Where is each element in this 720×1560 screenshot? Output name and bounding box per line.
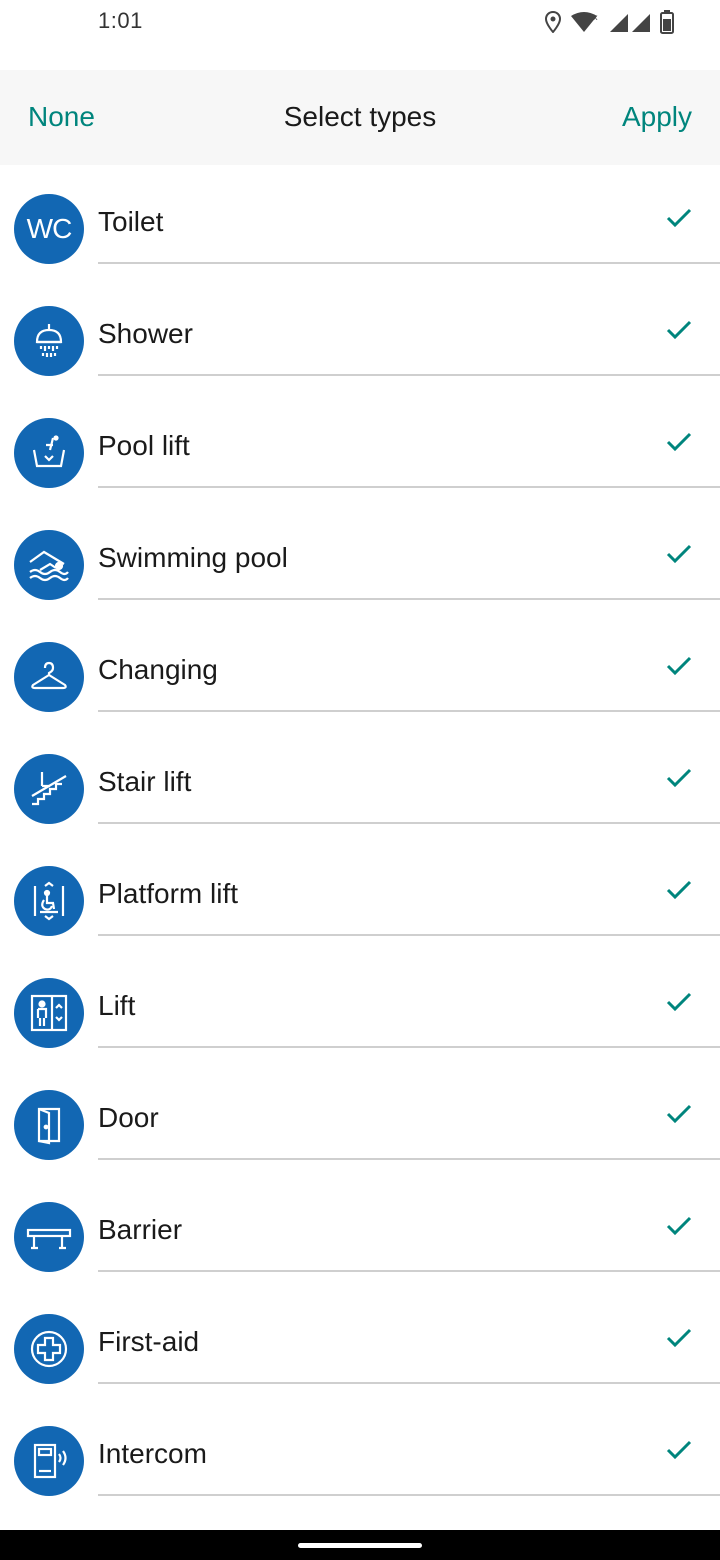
home-handle[interactable] bbox=[298, 1543, 422, 1548]
check-icon bbox=[666, 880, 692, 900]
none-button[interactable]: None bbox=[28, 101, 95, 133]
door-icon bbox=[14, 1090, 84, 1160]
check-icon bbox=[666, 320, 692, 340]
check-icon bbox=[666, 768, 692, 788]
divider bbox=[98, 822, 720, 824]
list-item-label: Door bbox=[98, 1102, 159, 1133]
status-time: 1:01 bbox=[98, 8, 143, 33]
pool-lift-icon bbox=[14, 418, 84, 488]
list-item-label: Barrier bbox=[98, 1214, 183, 1245]
check-icon bbox=[666, 1216, 692, 1236]
check-icon bbox=[666, 992, 692, 1012]
swimming-pool-icon bbox=[14, 530, 84, 600]
list-item-label: First-aid bbox=[98, 1326, 200, 1357]
check-icon bbox=[666, 1440, 692, 1460]
list-item-intercom[interactable]: Intercom bbox=[0, 1398, 720, 1510]
lift-icon bbox=[14, 978, 84, 1048]
hanger-icon bbox=[14, 642, 84, 712]
list-item-barrier[interactable]: Barrier bbox=[0, 1174, 720, 1286]
list-item-stair-lift[interactable]: Stair lift bbox=[0, 726, 720, 838]
list-item-lift[interactable]: Lift bbox=[0, 950, 720, 1062]
divider bbox=[98, 934, 720, 936]
list-item-changing[interactable]: Changing bbox=[0, 614, 720, 726]
first-aid-icon bbox=[14, 1314, 84, 1384]
barrier-icon bbox=[14, 1202, 84, 1272]
check-icon bbox=[666, 544, 692, 564]
divider bbox=[98, 486, 720, 488]
divider bbox=[98, 710, 720, 712]
signal-icon bbox=[608, 11, 652, 33]
status-bar: 1:01 x bbox=[0, 0, 720, 46]
divider bbox=[98, 262, 720, 264]
stair-lift-icon bbox=[14, 754, 84, 824]
list-item-label: Shower bbox=[98, 318, 193, 349]
divider bbox=[98, 1270, 720, 1272]
check-icon bbox=[666, 432, 692, 452]
divider bbox=[98, 1158, 720, 1160]
navigation-bar bbox=[0, 1530, 720, 1560]
list-item-shower[interactable]: Shower bbox=[0, 278, 720, 390]
apply-button[interactable]: Apply bbox=[622, 101, 692, 133]
page-title: Select types bbox=[283, 101, 437, 132]
list-item-label: Platform lift bbox=[98, 878, 239, 909]
intercom-icon bbox=[14, 1426, 84, 1496]
list-item-label: Swimming pool bbox=[98, 542, 288, 573]
check-icon bbox=[666, 1328, 692, 1348]
divider bbox=[98, 1046, 720, 1048]
type-list: WC Toilet Shower Pool lift Swimming pool… bbox=[0, 166, 720, 1510]
check-icon bbox=[666, 656, 692, 676]
wc-icon-text: WC bbox=[26, 213, 73, 244]
wifi-icon: x bbox=[570, 11, 600, 33]
toolbar: None Select types Apply bbox=[0, 70, 720, 165]
divider bbox=[98, 1494, 720, 1496]
status-icons: x bbox=[544, 8, 674, 36]
divider bbox=[98, 598, 720, 600]
list-item-label: Toilet bbox=[98, 206, 164, 237]
list-item-first-aid[interactable]: First-aid bbox=[0, 1286, 720, 1398]
list-item-label: Changing bbox=[98, 654, 218, 685]
battery-icon bbox=[660, 10, 674, 34]
list-item-label: Intercom bbox=[98, 1438, 207, 1469]
list-item-pool-lift[interactable]: Pool lift bbox=[0, 390, 720, 502]
location-icon bbox=[544, 11, 562, 33]
svg-text:x: x bbox=[593, 13, 598, 22]
check-icon bbox=[666, 208, 692, 228]
list-item-label: Stair lift bbox=[98, 766, 192, 797]
list-item-platform-lift[interactable]: Platform lift bbox=[0, 838, 720, 950]
divider bbox=[98, 1382, 720, 1384]
list-item-label: Pool lift bbox=[98, 430, 190, 461]
check-icon bbox=[666, 1104, 692, 1124]
list-item-door[interactable]: Door bbox=[0, 1062, 720, 1174]
shower-icon bbox=[14, 306, 84, 376]
platform-lift-icon bbox=[14, 866, 84, 936]
list-item-toilet[interactable]: WC Toilet bbox=[0, 166, 720, 278]
wc-icon: WC bbox=[14, 194, 84, 264]
list-item-swimming-pool[interactable]: Swimming pool bbox=[0, 502, 720, 614]
list-item-label: Lift bbox=[98, 990, 136, 1021]
divider bbox=[98, 374, 720, 376]
